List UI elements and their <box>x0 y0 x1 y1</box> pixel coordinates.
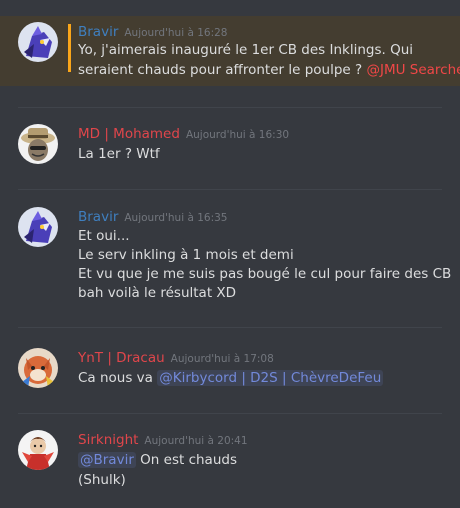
message-item: Bravir Aujourd'hui à 16:35 Et oui... Le s… <box>0 201 460 311</box>
message-text: seraient chauds pour affronter le poulpe… <box>78 62 363 78</box>
message-content: @Bravir On est chauds (Shulk) <box>78 450 237 490</box>
hat-character-avatar-icon[interactable] <box>18 124 58 164</box>
message-line: @Bravir On est chauds <box>78 450 237 470</box>
message-line: Et oui... <box>78 228 130 244</box>
message-content: Yo, j'aimerais inauguré le 1er CB des In… <box>78 40 460 80</box>
chat-messages: Bravir Aujourd'hui à 16:28 Yo, j'aimerais… <box>0 0 460 508</box>
user-mention[interactable]: @Kirbycord | D2S | ChèvreDeFeu <box>157 370 384 386</box>
message-line: Yo, j'aimerais inauguré le 1er CB des In… <box>78 42 414 58</box>
message-content: Et oui... Le serv inkling à 1 mois et de… <box>78 227 451 303</box>
message-item: Bravir Aujourd'hui à 16:28 Yo, j'aimerais… <box>0 16 460 86</box>
message-item: MD | Mohamed Aujourd'hui à 16:30 La 1er ?… <box>0 118 460 178</box>
timestamp: Aujourd'hui à 20:41 <box>144 435 248 447</box>
message-line: La 1er ? Wtf <box>78 146 160 162</box>
robot-avatar-icon[interactable] <box>18 22 58 62</box>
message-divider <box>18 413 442 414</box>
message-text: Ca nous va <box>78 370 153 386</box>
message-header: MD | Mohamed Aujourd'hui à 16:30 <box>78 124 289 142</box>
message-line: Le serv inkling à 1 mois et demi <box>78 247 294 263</box>
message-header: YnT | Dracau Aujourd'hui à 17:08 <box>78 348 274 366</box>
message-line: seraient chauds pour affronter le poulpe… <box>78 60 460 80</box>
message-line: (Shulk) <box>78 472 126 488</box>
robot-avatar-icon[interactable] <box>18 207 58 247</box>
username[interactable]: YnT | Dracau <box>78 350 165 366</box>
username[interactable]: Sirknight <box>78 432 138 448</box>
user-mention[interactable]: @Bravir <box>78 452 136 468</box>
username[interactable]: MD | Mohamed <box>78 126 180 142</box>
message-header: Bravir Aujourd'hui à 16:28 <box>78 22 228 40</box>
message-header: Sirknight Aujourd'hui à 20:41 <box>78 430 248 448</box>
message-line: bah voilà le résultat XD <box>78 285 237 301</box>
message-line: Et vu que je me suis pas bougé le cul po… <box>78 266 452 282</box>
message-divider <box>18 327 442 328</box>
timestamp: Aujourd'hui à 16:28 <box>124 27 228 39</box>
timestamp: Aujourd'hui à 16:30 <box>185 129 290 141</box>
username[interactable]: Bravir <box>78 24 118 40</box>
message-divider <box>18 107 442 108</box>
message-content: Ca nous va @Kirbycord | D2S | ChèvreDeFe… <box>78 368 384 388</box>
fighter-character-avatar-icon[interactable] <box>18 430 58 470</box>
message-item: Sirknight Aujourd'hui à 20:41 @Bravir On … <box>0 424 460 494</box>
message-content: La 1er ? Wtf <box>78 144 160 164</box>
message-header: Bravir Aujourd'hui à 16:35 <box>78 207 228 225</box>
mention-highlight-bar <box>68 24 71 72</box>
timestamp: Aujourd'hui à 17:08 <box>170 353 274 365</box>
message-item: YnT | Dracau Aujourd'hui à 17:08 Ca nous … <box>0 340 460 400</box>
message-divider <box>18 189 442 190</box>
timestamp: Aujourd'hui à 16:35 <box>124 212 228 224</box>
username[interactable]: Bravir <box>78 209 118 225</box>
message-text: On est chauds <box>140 452 237 468</box>
user-mention[interactable]: @JMU Searcher <box>366 62 460 78</box>
fox-character-avatar-icon[interactable] <box>18 348 58 388</box>
message-line: Ca nous va @Kirbycord | D2S | ChèvreDeFe… <box>78 368 384 388</box>
